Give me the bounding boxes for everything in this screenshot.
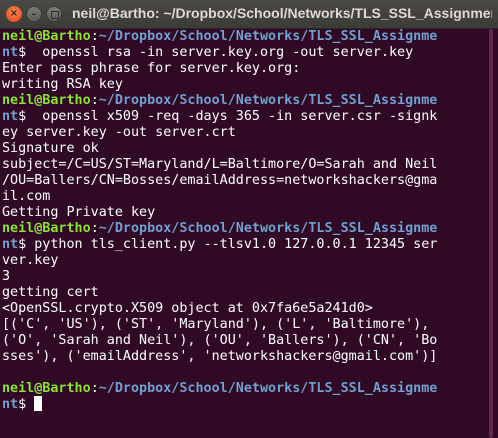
output-line: 3 (2, 269, 11, 284)
prompt-line: neil@Bartho:~/Dropbox/School/Networks/TL… (2, 380, 484, 397)
output-line: [('C', 'US'), ('ST', 'Maryland'), ('L', … (2, 317, 430, 332)
minimize-button[interactable]: – (26, 6, 42, 22)
terminal-output[interactable]: neil@Bartho:~/Dropbox/School/Networks/TL… (0, 29, 484, 438)
prompt-user: neil@Bartho (2, 29, 91, 44)
prompt-user: neil@Bartho (2, 381, 91, 396)
prompt-path: ~/Dropbox/School/Networks/TLS_SSL_Assign… (98, 93, 438, 108)
output-line: /OU=Ballers/CN=Bosses/emailAddress=netwo… (2, 173, 438, 188)
output-line: ('O', 'Sarah and Neil'), ('OU', 'Ballers… (2, 333, 438, 348)
output-line: ver.key (2, 253, 59, 268)
prompt-line: neil@Bartho:~/Dropbox/School/Networks/TL… (2, 92, 484, 109)
output-line: getting cert (2, 285, 99, 300)
prompt-separator: : (90, 221, 99, 236)
output-line: Getting Private key (2, 205, 156, 220)
close-icon: × (9, 8, 19, 19)
output-line: writing RSA key (2, 77, 123, 92)
command-text: nt$ openssl x509 -req -days 365 -in serv… (2, 109, 437, 124)
prompt-path: ~/Dropbox/School/Networks/TLS_SSL_Assign… (98, 221, 438, 236)
close-button[interactable]: × (6, 6, 22, 22)
command-body: $ openssl x509 -req -days 365 -in server… (18, 109, 438, 124)
output-line: Signature ok (2, 141, 99, 156)
command-line: nt$ python tls_client.py --tlsv1.0 127.0… (2, 236, 484, 253)
prompt-user: neil@Bartho (2, 93, 91, 108)
prompt-path-wrap: nt (2, 45, 19, 60)
scrollbar[interactable] (484, 29, 498, 438)
prompt-path-wrap: nt (2, 237, 19, 252)
output-line: ey server.key -out server.crt (2, 125, 236, 140)
window-title: neil@Bartho: ~/Dropbox/School/Networks/T… (72, 5, 492, 21)
prompt-path-wrap: nt (2, 397, 19, 412)
command-line: nt$ (2, 396, 484, 413)
prompt-separator: : (90, 93, 99, 108)
prompt-path: ~/Dropbox/School/Networks/TLS_SSL_Assign… (98, 29, 438, 44)
title-bar[interactable]: × – neil@Bartho: ~/Dropbox/School/Networ… (0, 0, 498, 29)
output-line: <OpenSSL.crypto.X509 object at 0x7fa6e5a… (2, 301, 373, 316)
command-line: nt$ openssl x509 -req -days 365 -in serv… (2, 108, 484, 125)
command-body: $ (18, 397, 35, 412)
terminal-window: × – neil@Bartho: ~/Dropbox/School/Networ… (0, 0, 498, 438)
command-text: nt$ python tls_client.py --tlsv1.0 127.0… (2, 237, 437, 252)
command-body: $ python tls_client.py --tlsv1.0 127.0.0… (18, 237, 438, 252)
prompt-user: neil@Bartho (2, 221, 91, 236)
text-cursor (34, 396, 43, 411)
minimize-icon: – (31, 9, 37, 20)
maximize-icon (51, 11, 59, 19)
prompt-path: ~/Dropbox/School/Networks/TLS_SSL_Assign… (98, 381, 438, 396)
output-line: sses'), ('emailAddress', 'networkshacker… (2, 349, 438, 364)
output-line: Enter pass phrase for server.key.org: (2, 61, 301, 76)
maximize-button[interactable] (46, 6, 62, 22)
prompt-separator: : (90, 29, 99, 44)
prompt-separator: : (90, 381, 99, 396)
command-line: nt$ openssl rsa -in server.key.org -out … (2, 44, 484, 61)
prompt-line: neil@Bartho:~/Dropbox/School/Networks/TL… (2, 220, 484, 237)
prompt-line: neil@Bartho:~/Dropbox/School/Networks/TL… (2, 29, 484, 45)
prompt-path-wrap: nt (2, 109, 19, 124)
output-line: il.com (2, 189, 51, 204)
output-line: subject=/C=US/ST=Maryland/L=Baltimore/O=… (2, 157, 438, 172)
command-text: nt$ (2, 397, 34, 412)
command-text: nt$ openssl rsa -in server.key.org -out … (2, 45, 413, 60)
scrollbar-thumb[interactable] (489, 29, 493, 438)
command-body: $ openssl rsa -in server.key.org -out se… (18, 45, 414, 60)
